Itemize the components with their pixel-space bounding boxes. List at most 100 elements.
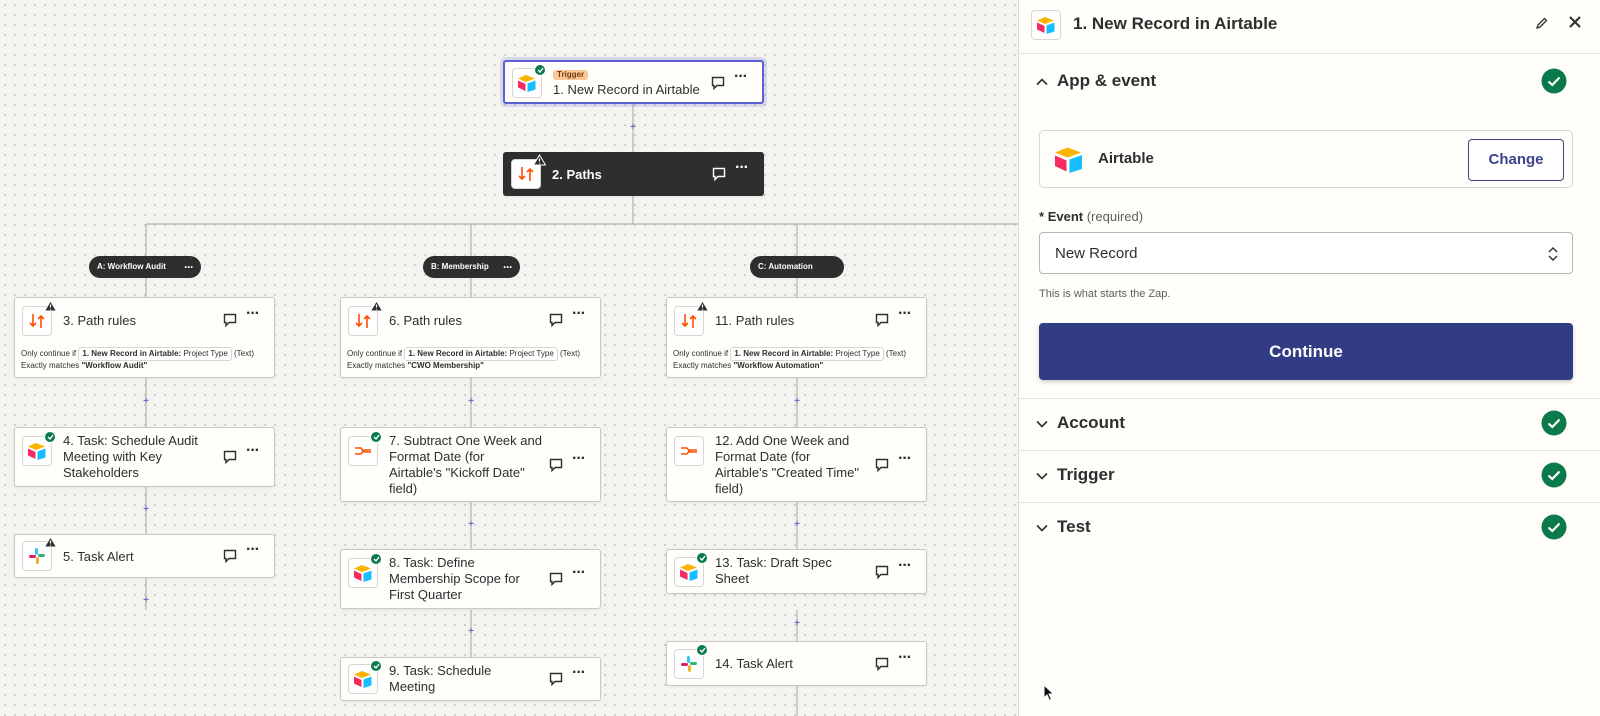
more-icon[interactable]: ··· <box>898 558 914 578</box>
path-label-text: B: Membership <box>431 262 489 271</box>
step-title-line: Format Date (for <box>389 449 485 464</box>
more-icon[interactable]: ··· <box>572 665 588 685</box>
edit-icon[interactable] <box>1535 16 1549 30</box>
path-condition: Only continue if 1. New Record in Airtab… <box>21 347 268 361</box>
field-type: (Text) <box>234 349 255 358</box>
step-title: 1. New Record in Airtable <box>553 82 700 97</box>
more-icon[interactable]: ··· <box>898 451 914 471</box>
step-card-5[interactable]: 5. Task Alert ··· <box>14 534 275 578</box>
step-title-line: 8. Task: Define <box>389 555 475 570</box>
section-label: Trigger <box>1057 465 1115 484</box>
comment-icon[interactable] <box>874 312 890 328</box>
step-title: 2. Paths <box>552 167 602 182</box>
comment-icon[interactable] <box>548 312 564 328</box>
more-icon[interactable]: ··· <box>246 306 262 326</box>
warning-icon <box>533 154 546 166</box>
step-card-14[interactable]: 14. Task Alert ··· <box>666 641 927 686</box>
match-prefix: Exactly matches <box>673 361 732 370</box>
step-card-4[interactable]: 4. Task: Schedule Audit Meeting with Key… <box>14 427 275 487</box>
section-app-event[interactable]: App & event <box>1019 57 1600 107</box>
step-title-line: Sheet <box>715 571 749 586</box>
comment-icon[interactable] <box>711 166 727 182</box>
path-label-c[interactable]: C: Automation <box>750 256 844 278</box>
add-step-plus[interactable]: + <box>466 520 476 530</box>
more-icon[interactable]: ··· <box>572 565 588 585</box>
more-icon[interactable]: ··· <box>734 69 750 89</box>
comment-icon[interactable] <box>710 75 726 91</box>
add-step-plus[interactable]: + <box>792 397 802 407</box>
comment-icon[interactable] <box>874 656 890 672</box>
comment-icon[interactable] <box>548 671 564 687</box>
add-step-plus[interactable]: + <box>792 619 802 629</box>
add-step-plus[interactable]: + <box>141 596 151 606</box>
warning-icon <box>370 300 383 312</box>
step-editor-panel: 1. New Record in Airtable App & event Ai… <box>1018 0 1600 716</box>
more-icon[interactable]: ··· <box>572 451 588 471</box>
more-icon[interactable]: ··· <box>246 542 262 562</box>
field-type: (Text) <box>886 349 907 358</box>
add-step-plus[interactable]: + <box>141 505 151 515</box>
step-title: 5. Task Alert <box>63 549 134 564</box>
zap-canvas[interactable]: + + + + + + + + + + Trigger 1. New Recor… <box>0 0 1018 716</box>
trigger-step-card[interactable]: Trigger 1. New Record in Airtable ··· <box>503 60 764 104</box>
comment-icon[interactable] <box>548 457 564 473</box>
path-rules-card[interactable]: 11. Path rules ··· Only continue if 1. N… <box>666 297 927 378</box>
add-step-plus[interactable]: + <box>141 397 151 407</box>
airtable-icon <box>1031 10 1061 40</box>
step-card-12[interactable]: 12. Add One Week and Format Date (for Ai… <box>666 427 927 502</box>
comment-icon[interactable] <box>222 312 238 328</box>
add-step-plus[interactable]: + <box>466 627 476 637</box>
field-source: 1. New Record in Airtable: <box>734 349 834 358</box>
comment-icon[interactable] <box>874 457 890 473</box>
trigger-tag: Trigger <box>553 70 589 80</box>
step-title: 11. Path rules <box>715 313 795 328</box>
check-badge-icon <box>696 644 708 656</box>
more-icon[interactable]: ··· <box>503 256 513 278</box>
check-badge-icon <box>696 552 708 564</box>
section-account[interactable]: Account <box>1019 399 1600 449</box>
more-icon[interactable]: ··· <box>184 256 194 278</box>
continue-button[interactable]: Continue <box>1039 323 1573 380</box>
check-badge-icon <box>370 431 382 443</box>
event-select[interactable]: New Record <box>1039 232 1573 274</box>
check-circle-icon <box>1541 514 1567 540</box>
change-app-button[interactable]: Change <box>1468 139 1564 181</box>
comment-icon[interactable] <box>222 548 238 564</box>
add-step-plus[interactable]: + <box>466 397 476 407</box>
chevron-down-icon <box>1036 472 1048 480</box>
chevron-down-icon <box>1036 524 1048 532</box>
panel-header: 1. New Record in Airtable <box>1019 0 1600 54</box>
field-type: (Text) <box>560 349 581 358</box>
step-title: 6. Path rules <box>389 313 462 328</box>
section-trigger[interactable]: Trigger <box>1019 451 1600 501</box>
check-badge-icon <box>44 431 56 443</box>
add-step-plus[interactable]: + <box>628 123 638 133</box>
comment-icon[interactable] <box>222 449 238 465</box>
step-card-9[interactable]: 9. Task: Schedule Meeting ··· <box>340 657 601 701</box>
step-title-line: 13. Task: Draft Spec <box>715 555 832 570</box>
close-icon[interactable] <box>1567 14 1583 30</box>
condition-prefix: Only continue if <box>673 349 729 358</box>
more-icon[interactable]: ··· <box>572 306 588 326</box>
paths-step-card[interactable]: 2. Paths ··· <box>503 152 764 196</box>
comment-icon[interactable] <box>874 564 890 580</box>
step-title-line: 9. Task: Schedule <box>389 663 492 678</box>
section-test[interactable]: Test <box>1019 503 1600 553</box>
comment-icon[interactable] <box>548 571 564 587</box>
add-step-plus[interactable]: + <box>792 520 802 530</box>
path-label-b[interactable]: B: Membership ··· <box>423 256 520 278</box>
more-icon[interactable]: ··· <box>898 306 914 326</box>
more-icon[interactable]: ··· <box>246 443 262 463</box>
step-title-line: 7. Subtract One Week and <box>389 433 542 448</box>
path-rules-card[interactable]: 6. Path rules ··· Only continue if 1. Ne… <box>340 297 601 378</box>
step-card-8[interactable]: 8. Task: Define Membership Scope for Fir… <box>340 549 601 609</box>
step-card-7[interactable]: 7. Subtract One Week and Format Date (fo… <box>340 427 601 502</box>
more-icon[interactable]: ··· <box>735 160 751 180</box>
step-card-13[interactable]: 13. Task: Draft Spec Sheet ··· <box>666 549 927 594</box>
path-rules-card[interactable]: 3. Path rules ··· Only continue if 1. Ne… <box>14 297 275 378</box>
path-label-a[interactable]: A: Workflow Audit ··· <box>89 256 201 278</box>
step-title: 3. Path rules <box>63 313 136 328</box>
path-condition: Only continue if 1. New Record in Airtab… <box>673 347 920 361</box>
airtable-icon <box>1055 147 1082 173</box>
more-icon[interactable]: ··· <box>898 650 914 670</box>
